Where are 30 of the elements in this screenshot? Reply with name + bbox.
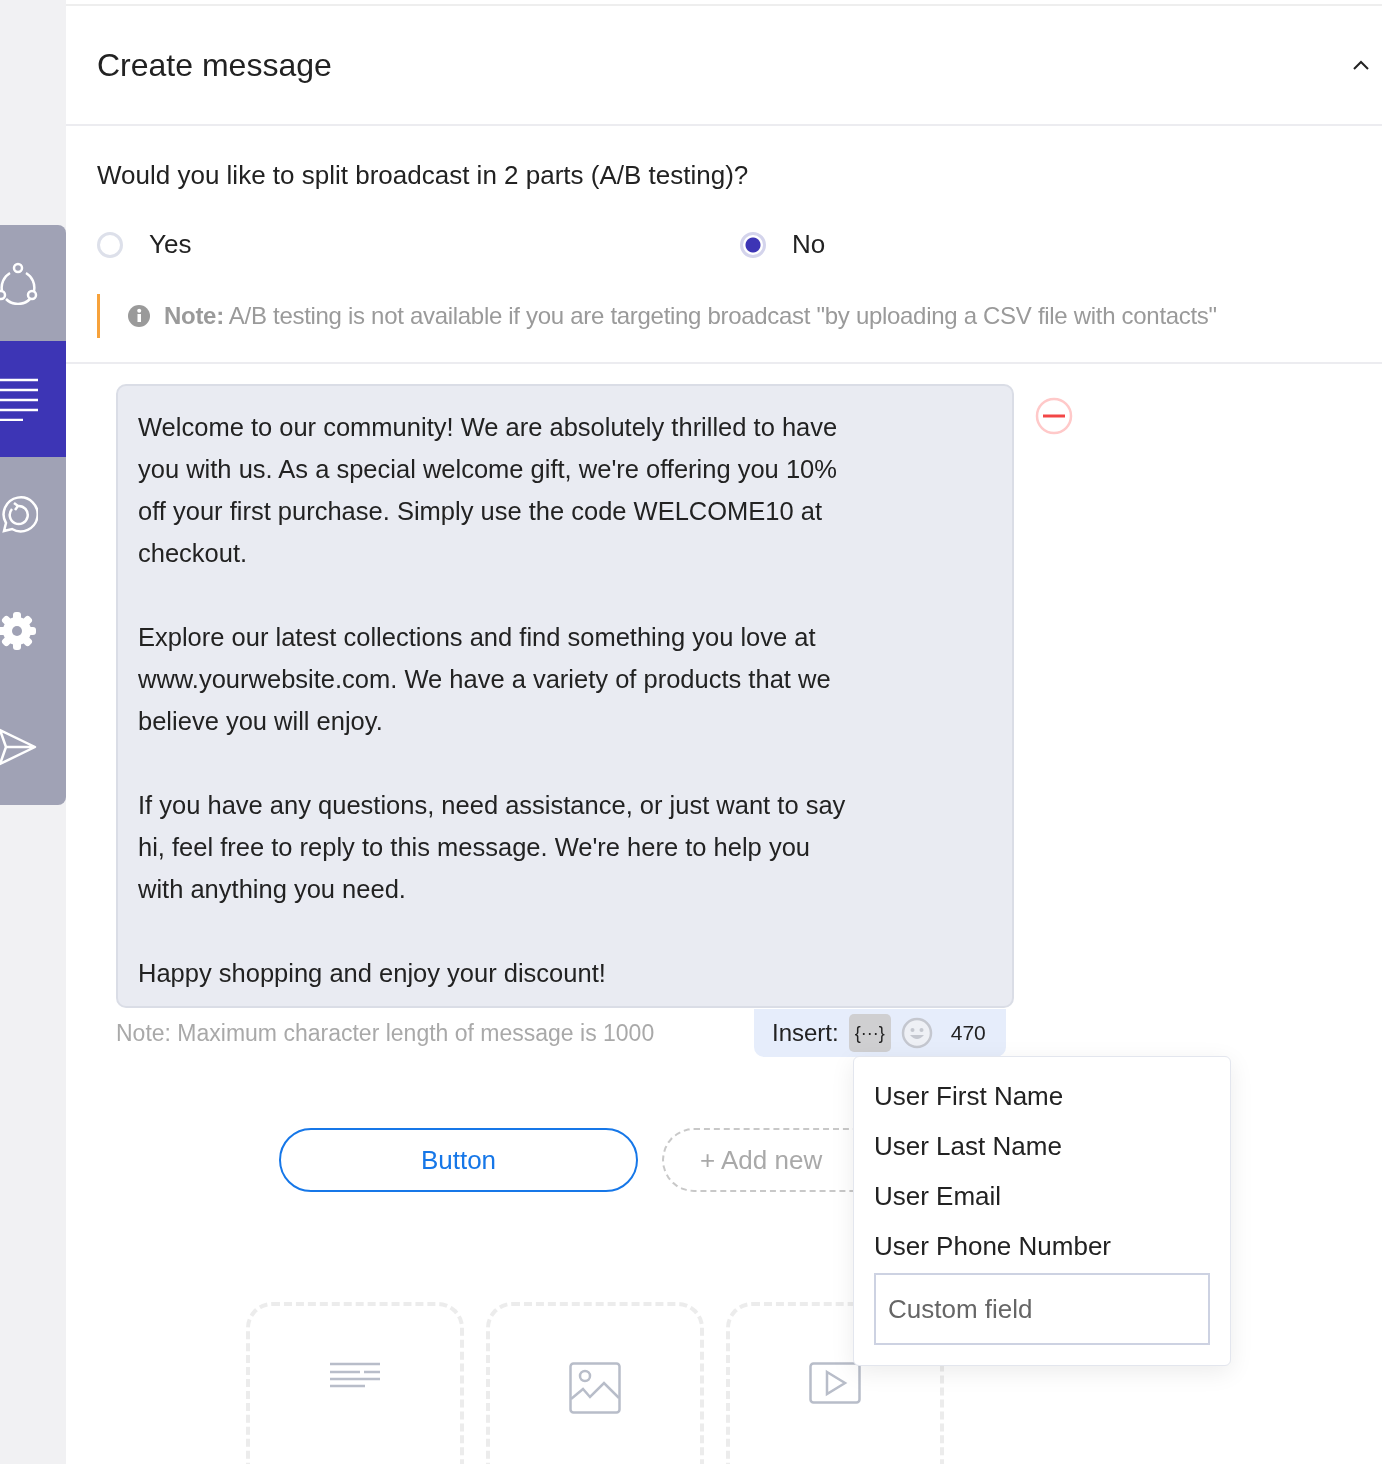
- section-title: Create message: [97, 46, 332, 84]
- content-tile[interactable]: [486, 1302, 704, 1464]
- length-note: Note: Maximum character length of message is 1000: [116, 1019, 656, 1047]
- custom-field-input[interactable]: Custom field: [874, 1273, 1210, 1345]
- message-button[interactable]: Button: [279, 1128, 638, 1192]
- chat-icon: [0, 495, 38, 535]
- text-icon: [330, 1362, 380, 1388]
- content-tile[interactable]: [246, 1302, 464, 1464]
- message-field[interactable]: Welcome to our community! We are absolutely thrilled to have you with us. As a special welcome gift, we're offering you 10% off your first purchase. Simply use the code WELCOME10 at checkout. Explore our latest collections and find something you love at www.yourwebsite.com. We have a variety of products that we believe you will enjoy. If you have any questions, need assistance, or just want to say hi, feel free to reply to this message. We're here to help you with anything you need. Happy shopping and enjoy your discount!: [116, 384, 1014, 1008]
- variable-button[interactable]: {···}: [848, 1014, 891, 1052]
- question-text: Would you like to split broadcast in 2 parts (A/B testing)?: [97, 160, 750, 191]
- radio-label: Yes: [149, 229, 192, 260]
- info-icon: [128, 305, 150, 327]
- menu-item[interactable]: User First Name: [874, 1071, 1210, 1121]
- send-icon: [0, 727, 38, 767]
- section-header[interactable]: Create message: [66, 6, 1382, 126]
- radio-button[interactable]: [740, 231, 766, 258]
- video-icon: [809, 1362, 861, 1404]
- insert-label: Insert:: [772, 1019, 839, 1047]
- menu-item[interactable]: User Phone Number: [874, 1221, 1210, 1271]
- sidebar-item[interactable]: [0, 341, 66, 457]
- share-icon: [0, 261, 38, 305]
- remove-icon[interactable]: [1034, 396, 1074, 436]
- radio-label: No: [792, 229, 826, 260]
- emoji-icon[interactable]: [900, 1017, 933, 1049]
- character-count: 470: [950, 1021, 986, 1045]
- note-text: Note: A/B testing is not available if you are targeting broadcast "by uploading a CSV file with contacts": [164, 302, 1217, 330]
- menu-icon: [0, 377, 40, 421]
- image-icon: [569, 1362, 621, 1414]
- radio-button[interactable]: [97, 231, 123, 258]
